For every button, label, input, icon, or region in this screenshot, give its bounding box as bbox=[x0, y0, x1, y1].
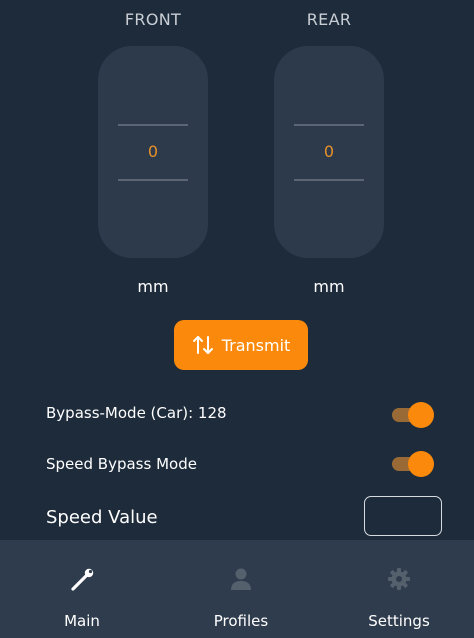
front-height-picker[interactable]: 0 bbox=[98, 46, 208, 258]
tab-main[interactable]: Main bbox=[22, 540, 142, 638]
gear-icon bbox=[386, 566, 412, 592]
rear-label: REAR bbox=[306, 10, 352, 29]
transmit-button[interactable]: Transmit bbox=[174, 320, 308, 370]
tab-main-label: Main bbox=[64, 612, 100, 630]
front-height-value[interactable]: 0 bbox=[98, 142, 208, 161]
bottom-tab-bar: Main Profiles Settings bbox=[0, 540, 474, 638]
speed-bypass-mode-label: Speed Bypass Mode bbox=[46, 455, 197, 473]
tab-settings[interactable]: Settings bbox=[339, 540, 459, 638]
person-icon bbox=[228, 566, 254, 592]
rear-picker-bottom-divider bbox=[294, 179, 364, 181]
bypass-mode-toggle-knob bbox=[408, 402, 434, 428]
speed-bypass-mode-toggle-knob bbox=[408, 451, 434, 477]
rear-height-picker[interactable]: 0 bbox=[274, 46, 384, 258]
rear-height-value[interactable]: 0 bbox=[274, 142, 384, 161]
transmit-button-label: Transmit bbox=[221, 335, 291, 355]
speed-bypass-mode-toggle[interactable] bbox=[390, 451, 434, 477]
front-unit-label: mm bbox=[137, 277, 169, 296]
speed-value-input[interactable] bbox=[364, 496, 442, 536]
tab-profiles[interactable]: Profiles bbox=[181, 540, 301, 638]
tab-settings-label: Settings bbox=[368, 612, 430, 630]
swap-vertical-icon bbox=[192, 334, 214, 356]
front-picker-top-divider bbox=[118, 124, 188, 126]
speed-value-label: Speed Value bbox=[46, 507, 158, 528]
tab-profiles-label: Profiles bbox=[213, 612, 269, 630]
rear-picker-top-divider bbox=[294, 124, 364, 126]
rear-unit-label: mm bbox=[313, 277, 345, 296]
wrench-icon bbox=[68, 566, 96, 592]
front-label: FRONT bbox=[124, 10, 182, 29]
front-picker-bottom-divider bbox=[118, 179, 188, 181]
bypass-mode-label: Bypass-Mode (Car): 128 bbox=[46, 404, 227, 422]
bypass-mode-toggle[interactable] bbox=[390, 402, 434, 428]
